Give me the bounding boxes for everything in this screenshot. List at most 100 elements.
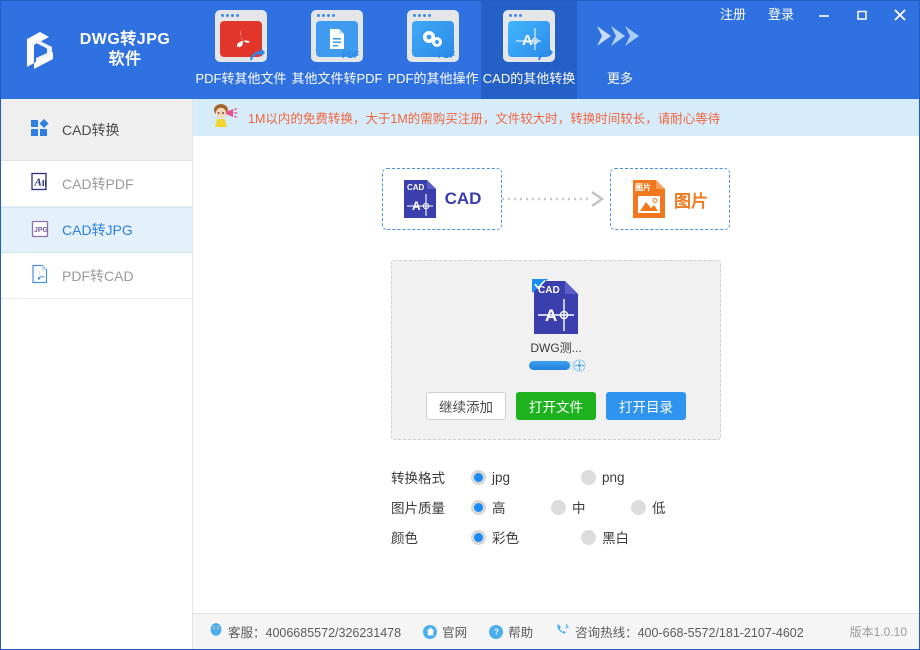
open-folder-button[interactable]: 打开目录	[606, 392, 686, 420]
pdf-to-other-icon	[215, 10, 267, 62]
qq-penguin-icon	[209, 622, 223, 642]
home-icon	[423, 625, 437, 639]
other-to-pdf-icon: PDF	[311, 10, 363, 62]
option-label: 转换格式	[391, 467, 471, 487]
megaphone-girl-icon	[209, 102, 239, 133]
tab-other-to-pdf[interactable]: PDF 其他文件转PDF	[289, 1, 385, 99]
radio-label: 高	[492, 497, 506, 517]
radio-dot	[581, 530, 596, 545]
minimize-icon[interactable]	[805, 1, 843, 29]
radio-quality-medium[interactable]: 中	[551, 497, 631, 517]
brand-title-line2: 软件	[71, 50, 179, 70]
radio-label: jpg	[492, 470, 510, 485]
sidebar-header-label: CAD转换	[62, 120, 120, 140]
radio-dot	[581, 470, 596, 485]
tab-label: PDF的其他操作	[387, 68, 478, 87]
option-row-image-quality: 图片质量 高 中 低	[391, 492, 721, 522]
maximize-icon[interactable]	[843, 1, 881, 29]
file-action-buttons: 继续添加 打开文件 打开目录	[426, 392, 686, 420]
status-bar: 客服：4006685572/326231478 官网 ? 帮助	[193, 613, 919, 649]
sidebar-item-cad-to-jpg[interactable]: JPG CAD转JPG	[1, 207, 192, 253]
footer-help[interactable]: ? 帮助	[489, 622, 533, 641]
footer-label: 咨询热线：400-668-5572/181-2107-4602	[575, 622, 804, 641]
dashed-arrow-right-icon	[502, 190, 610, 208]
radio-label: 黑白	[602, 527, 629, 547]
footer-customer-service[interactable]: 客服：4006685572/326231478	[209, 622, 401, 642]
footer-hotline[interactable]: 咨询热线：400-668-5572/181-2107-4602	[555, 622, 804, 642]
more-arrows-icon	[594, 10, 646, 62]
login-button[interactable]: 登录	[757, 1, 805, 29]
tab-label: CAD的其他转换	[483, 68, 575, 87]
file-name: DWG测...	[530, 339, 581, 356]
radio-dot	[471, 530, 486, 545]
open-file-button[interactable]: 打开文件	[516, 392, 596, 420]
image-file-icon: 图片	[632, 179, 666, 219]
sidebar-item-pdf-to-cad[interactable]: PDF转CAD	[1, 253, 192, 299]
tab-label: 其他文件转PDF	[291, 68, 382, 87]
footer-official-site[interactable]: 官网	[423, 622, 467, 641]
option-row-color-mode: 颜色 彩色 黑白	[391, 522, 721, 552]
radio-color-blackwhite[interactable]: 黑白	[581, 527, 629, 547]
file-thumbnail[interactable]: CAD A DWG测...	[529, 279, 583, 370]
sidebar-item-label: PDF转CAD	[62, 266, 134, 286]
pdf-tools-icon: PDF	[407, 10, 459, 62]
radio-format-png[interactable]: png	[581, 470, 625, 485]
radio-dot	[471, 470, 486, 485]
app-logo-icon	[9, 19, 71, 81]
version-label: 版本1.0.10	[850, 623, 907, 640]
svg-text:JPG: JPG	[34, 227, 49, 234]
sidebar-item-label: CAD转JPG	[62, 220, 133, 240]
sidebar-header-cad-convert: CAD转换	[1, 99, 192, 161]
conversion-stage: CAD A CAD	[193, 136, 919, 613]
conversion-options: 转换格式 jpg png 图片质量	[391, 462, 721, 552]
grid-squares-icon	[31, 119, 50, 140]
tab-cad-convert[interactable]: A CAD的其他转换	[481, 1, 577, 99]
radio-color-colorful[interactable]: 彩色	[471, 527, 581, 547]
cad-to-pdf-icon: A	[31, 172, 50, 195]
svg-text:A: A	[34, 177, 42, 189]
radio-label: 中	[572, 497, 586, 517]
pdf-to-cad-icon	[31, 264, 50, 287]
flow-target-label: 图片	[674, 187, 708, 212]
option-label: 颜色	[391, 527, 471, 547]
radio-quality-high[interactable]: 高	[471, 497, 551, 517]
main-body: CAD转换 A CAD转PDF JPG	[1, 99, 919, 649]
radio-format-jpg[interactable]: jpg	[471, 470, 581, 485]
brand-title-line1: DWG转JPG	[71, 30, 179, 50]
radio-quality-low[interactable]: 低	[631, 497, 666, 517]
footer-label: 官网	[442, 622, 467, 641]
file-drop-area[interactable]: CAD A DWG测...	[391, 260, 721, 440]
flow-target-image: 图片 图片	[610, 168, 730, 230]
svg-text:CAD: CAD	[538, 285, 560, 296]
pdf-label: PDF	[342, 50, 359, 60]
notice-text: 1M以内的免费转换，大于1M的需购买注册，文件较大时，转换时间较长，请耐心等待	[248, 108, 720, 127]
file-progress-fill	[529, 361, 570, 370]
option-label: 图片质量	[391, 497, 471, 517]
sidebar-item-cad-to-pdf[interactable]: A CAD转PDF	[1, 161, 192, 207]
svg-text:CAD: CAD	[407, 183, 425, 192]
spinner-icon	[573, 359, 586, 377]
application-window: DWG转JPG 软件 PDF转其他文件	[0, 0, 920, 650]
notice-bar: 1M以内的免费转换，大于1M的需购买注册，文件较大时，转换时间较长，请耐心等待	[193, 99, 919, 136]
footer-label: 帮助	[508, 622, 533, 641]
svg-text:A: A	[412, 199, 421, 213]
option-row-output-format: 转换格式 jpg png	[391, 462, 721, 492]
radio-label: 彩色	[492, 527, 519, 547]
cad-to-jpg-icon: JPG	[31, 219, 50, 242]
radio-dot	[471, 500, 486, 515]
flow-source-label: CAD	[445, 189, 482, 209]
file-progress-bar	[529, 361, 583, 370]
close-icon[interactable]	[881, 1, 919, 29]
continue-add-button[interactable]: 继续添加	[426, 392, 506, 420]
register-button[interactable]: 注册	[709, 1, 757, 29]
cad-convert-icon: A	[503, 10, 555, 62]
sidebar: CAD转换 A CAD转PDF JPG	[1, 99, 193, 649]
question-icon: ?	[489, 625, 503, 639]
tab-pdf-to-other[interactable]: PDF转其他文件	[193, 1, 289, 99]
tab-pdf-tools[interactable]: PDF PDF的其他操作	[385, 1, 481, 99]
tab-more[interactable]: 更多	[577, 1, 663, 99]
radio-dot	[551, 500, 566, 515]
title-bar: DWG转JPG 软件 PDF转其他文件	[1, 1, 919, 99]
sidebar-item-label: CAD转PDF	[62, 174, 134, 194]
window-controls: 注册 登录	[709, 1, 919, 29]
